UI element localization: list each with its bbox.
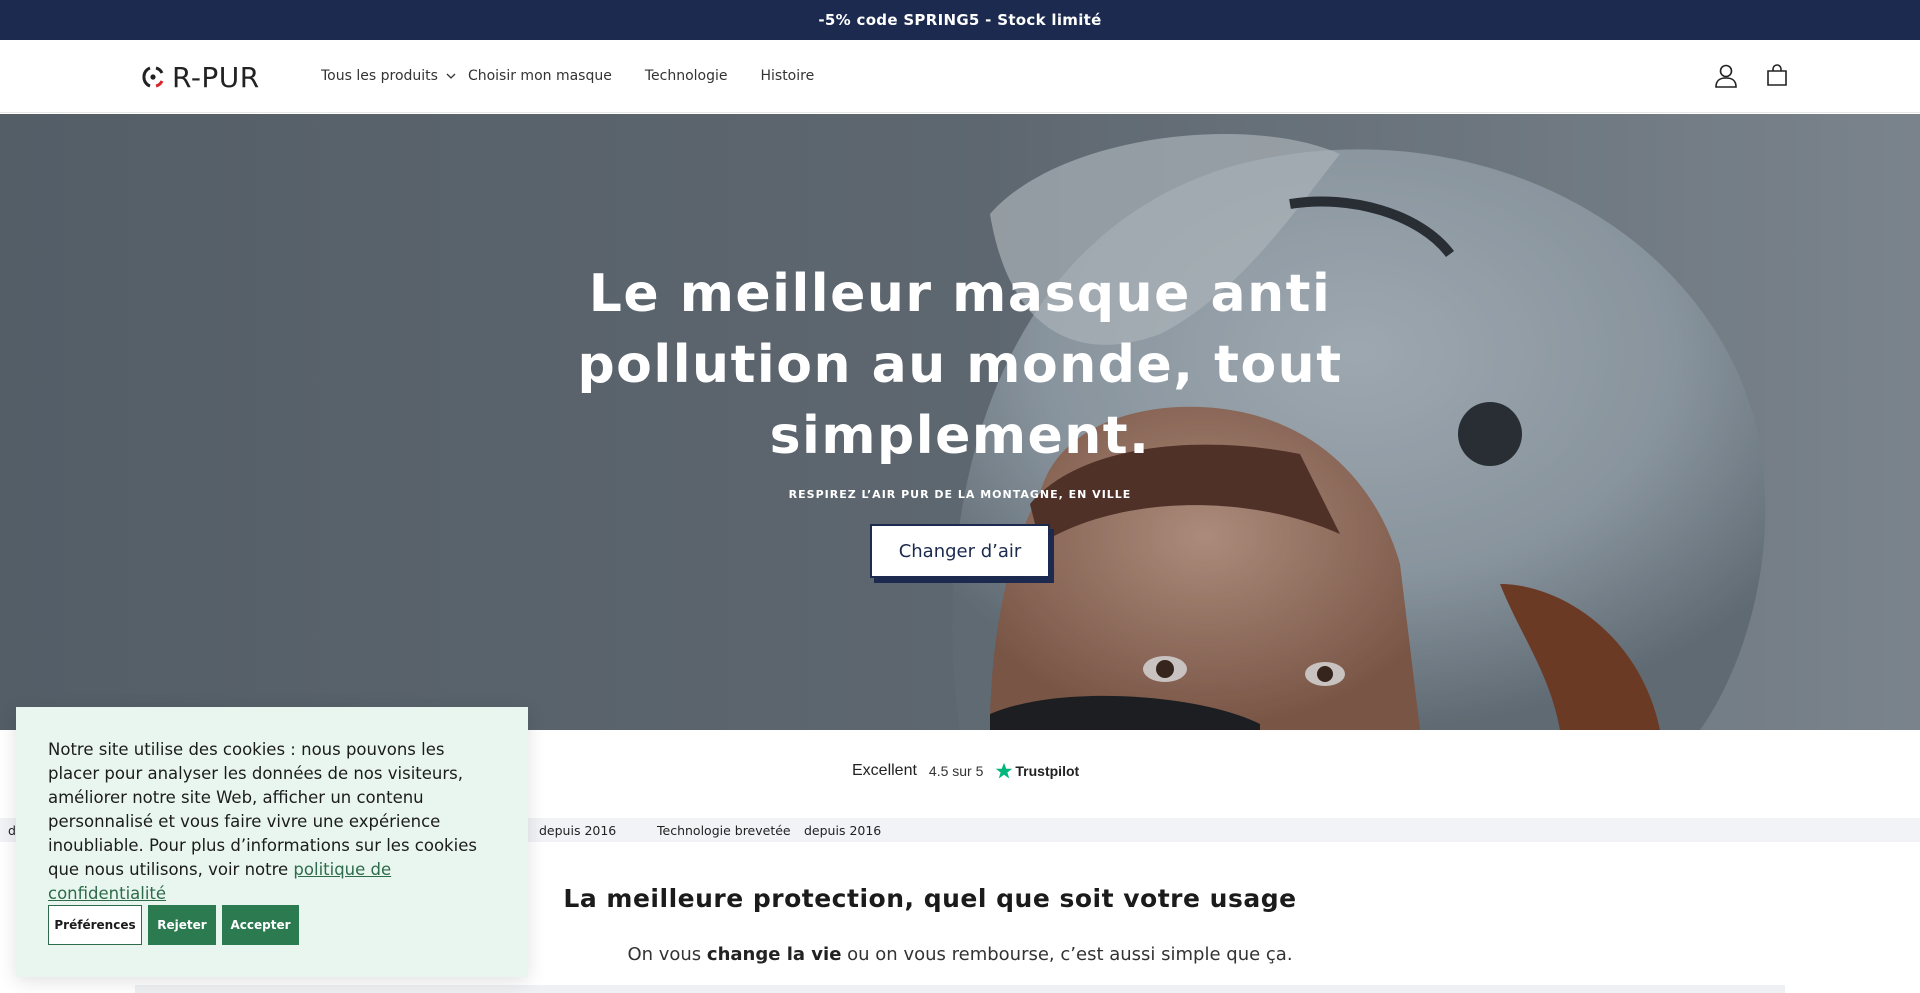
- cookie-reject-button[interactable]: Rejeter: [148, 905, 216, 945]
- ticker-item: depuis 2016: [804, 823, 882, 838]
- section-divider: [135, 985, 1785, 993]
- trustpilot-brand-text: Trustpilot: [1015, 763, 1080, 779]
- nav-label: Technologie: [644, 68, 728, 84]
- main-nav: Tous les produits Choisir mon masque Tec…: [321, 68, 814, 84]
- cart-icon[interactable]: [1764, 62, 1790, 90]
- account-icon[interactable]: [1713, 62, 1739, 90]
- cookie-buttons: Préférences Rejeter Accepter: [48, 905, 299, 945]
- section-subtitle-pre: On vous: [627, 944, 702, 965]
- announcement-text: -5% code SPRING5 - Stock limité: [818, 11, 1102, 29]
- section-subtitle-bold: change la vie: [706, 944, 842, 965]
- nav-label: Choisir mon masque: [467, 68, 612, 84]
- trustpilot-label: Excellent: [852, 762, 917, 779]
- hero-subtitle: RESPIREZ L’AIR PUR DE LA MONTAGNE, EN VI…: [788, 488, 1132, 501]
- logo-mark-icon: [140, 64, 166, 90]
- hero-cta-button[interactable]: Changer d’air: [870, 524, 1050, 578]
- section-title: La meilleure protection, quel que soit v…: [563, 884, 1297, 913]
- trustpilot-widget[interactable]: Excellent 4.5 sur 5 Trustpilot: [852, 762, 1079, 780]
- logo-text: R-PUR: [172, 60, 260, 94]
- star-icon: [996, 762, 1013, 779]
- nav-label: Tous les produits: [321, 68, 438, 84]
- chevron-down-icon: [446, 73, 456, 79]
- header-actions: [1713, 62, 1790, 90]
- hero-title: Le meilleur masque anti pollution au mon…: [577, 264, 1343, 466]
- nav-label: Histoire: [760, 68, 815, 84]
- nav-item-all-products[interactable]: Tous les produits: [321, 68, 456, 84]
- cookie-text-block: Notre site utilise des cookies : nous po…: [48, 738, 498, 906]
- ticker-item: depuis 2016: [539, 823, 617, 838]
- logo[interactable]: R-PUR: [140, 60, 260, 94]
- announcement-bar: -5% code SPRING5 - Stock limité: [0, 0, 1920, 40]
- nav-item-technology[interactable]: Technologie: [645, 68, 728, 84]
- section-subtitle: On vous change la vie ou on vous rembour…: [560, 944, 1360, 965]
- site-header: R-PUR Tous les produits Choisir mon masq…: [0, 40, 1920, 113]
- nav-item-choose-mask[interactable]: Choisir mon masque: [468, 68, 612, 84]
- hero-banner: Le meilleur masque anti pollution au mon…: [0, 114, 1920, 730]
- trustpilot-score: 4.5 sur 5: [928, 763, 984, 779]
- cookie-accept-button[interactable]: Accepter: [222, 905, 299, 945]
- section-subtitle-post: ou on vous rembourse, c’est aussi simple…: [847, 944, 1293, 965]
- ticker-item: Technologie brevetée: [657, 823, 791, 838]
- cookie-preferences-button[interactable]: Préférences: [48, 905, 142, 945]
- cookie-text: Notre site utilise des cookies : nous po…: [48, 740, 477, 879]
- ticker-item: d: [8, 823, 16, 838]
- nav-item-history[interactable]: Histoire: [760, 68, 814, 84]
- trustpilot-brand: Trustpilot: [995, 762, 1079, 780]
- cookie-banner: Notre site utilise des cookies : nous po…: [16, 707, 528, 977]
